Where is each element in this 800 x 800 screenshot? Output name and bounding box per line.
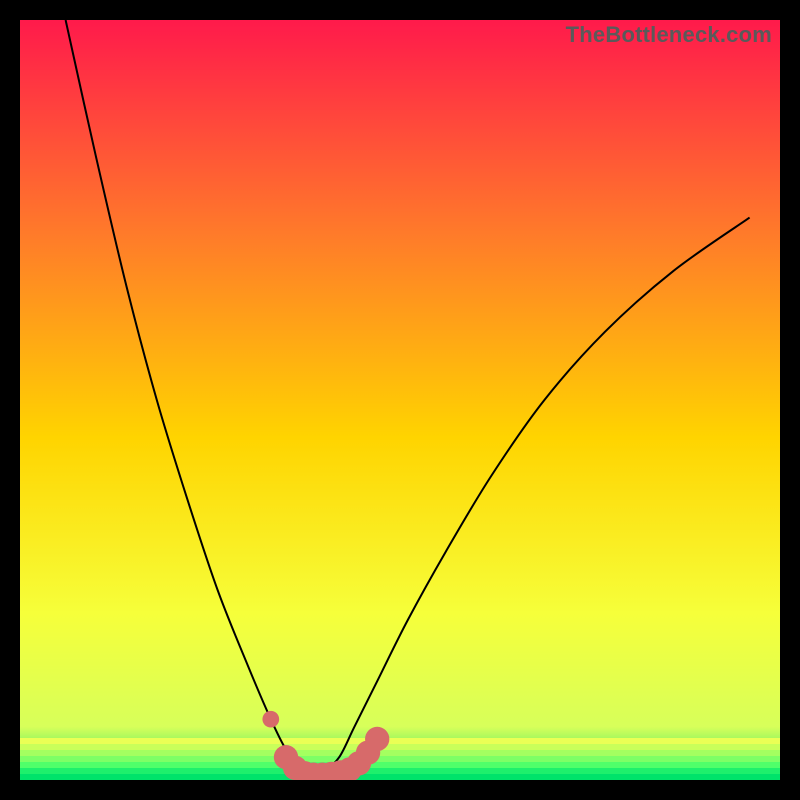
watermark-text: TheBottleneck.com bbox=[566, 22, 772, 48]
gradient-background bbox=[20, 20, 780, 780]
highlight-marker bbox=[365, 727, 389, 751]
chart-svg bbox=[20, 20, 780, 780]
highlight-marker bbox=[262, 711, 279, 728]
chart-frame: TheBottleneck.com bbox=[20, 20, 780, 780]
bottom-color-bands bbox=[20, 738, 780, 780]
